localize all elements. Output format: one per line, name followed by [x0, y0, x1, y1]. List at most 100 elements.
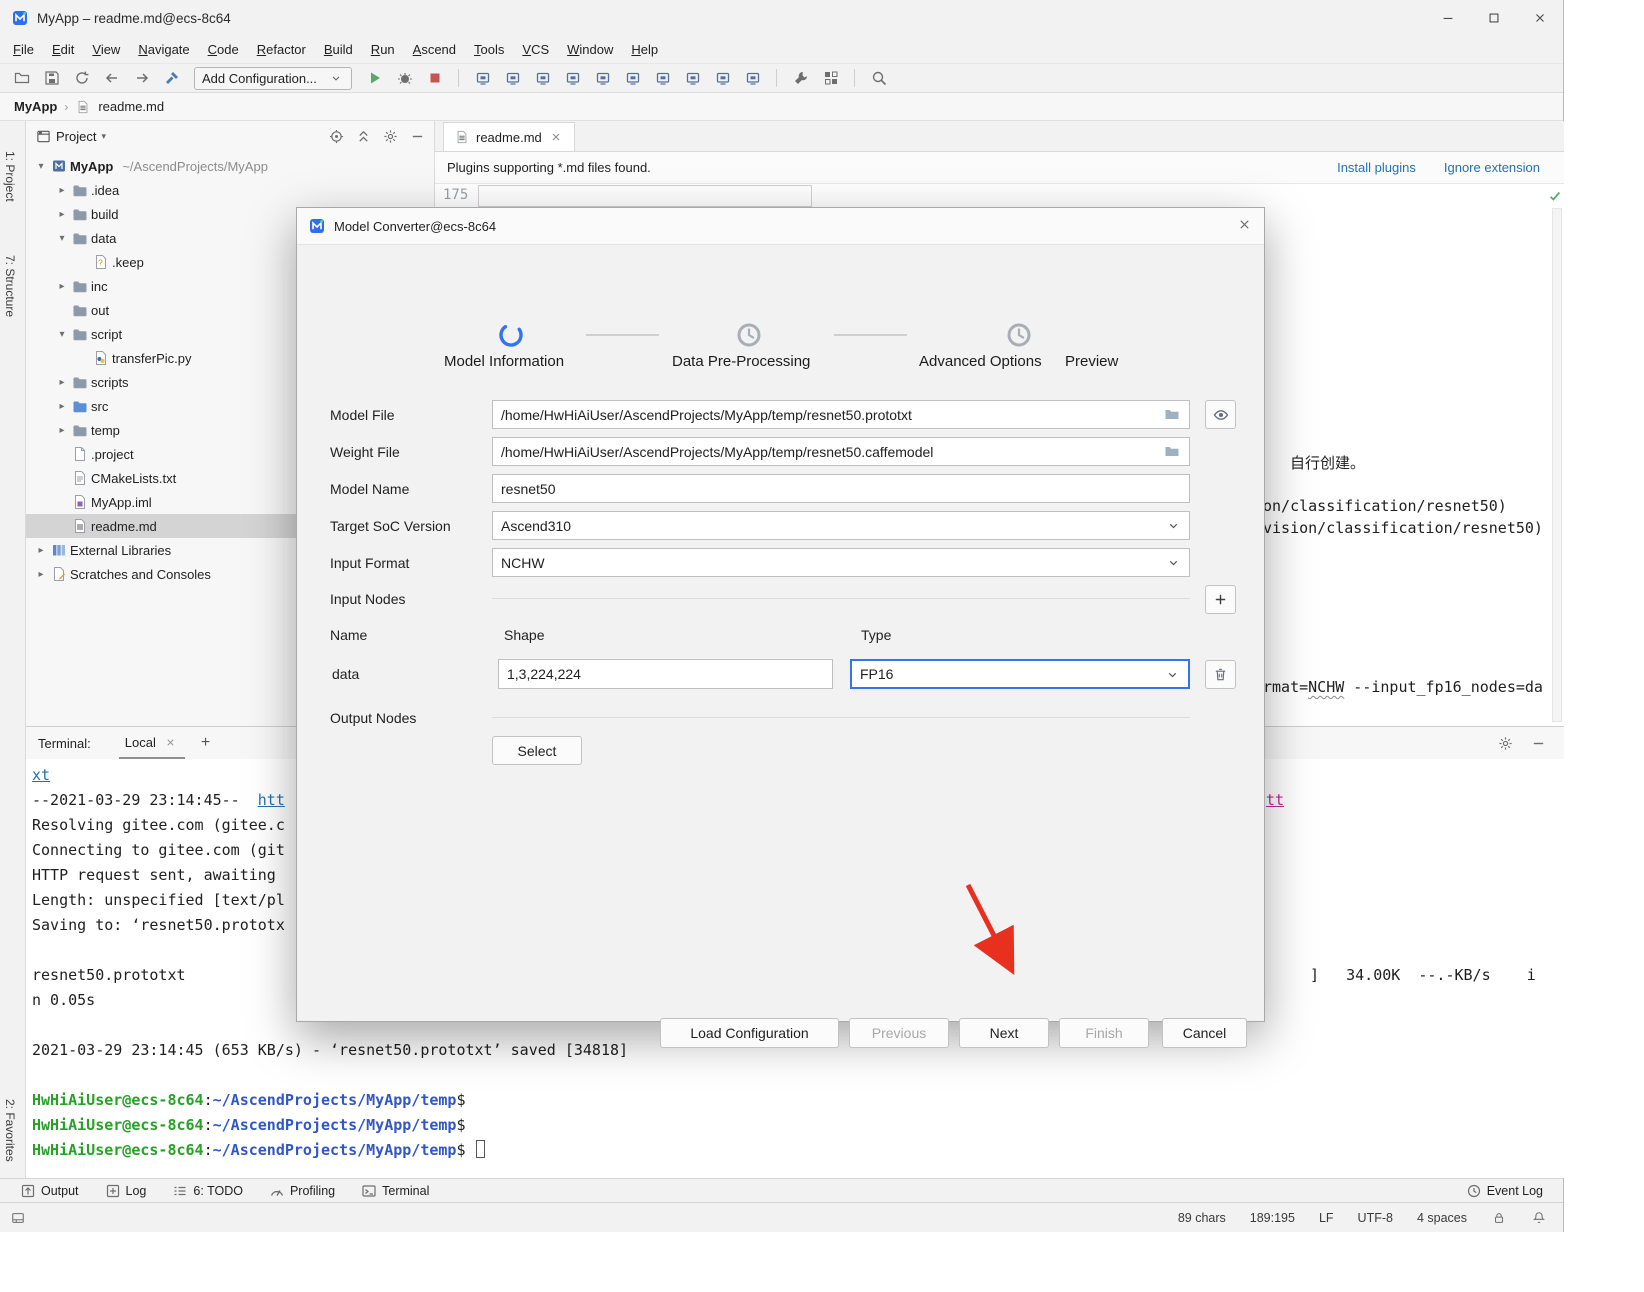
ascend-tool-3-button[interactable] [529, 66, 556, 90]
stop-button[interactable] [421, 66, 448, 90]
collapsed-arrow-icon[interactable]: ▸ [34, 569, 48, 580]
forward-button[interactable] [128, 66, 155, 90]
status-line-separator[interactable]: LF [1319, 1211, 1334, 1225]
event-log-button[interactable]: Event Log [1456, 1182, 1553, 1200]
back-button[interactable] [98, 66, 125, 90]
input-node-type-select[interactable]: FP16 [850, 659, 1190, 689]
terminal-settings-gear-icon[interactable] [1497, 735, 1513, 751]
breadcrumb-file[interactable]: readme.md [98, 99, 164, 114]
model-name-input[interactable] [492, 474, 1190, 503]
terminal-button[interactable]: Terminal [351, 1182, 439, 1200]
inspections-ok-check-icon[interactable] [1547, 188, 1563, 204]
collapse-all-icon[interactable] [355, 129, 371, 145]
menu-item-vcs[interactable]: VCS [513, 38, 558, 61]
project-panel-title[interactable]: Project [56, 129, 96, 144]
ascend-tool-10-button[interactable] [739, 66, 766, 90]
status-caret-position[interactable]: 189:195 [1250, 1211, 1295, 1225]
expanded-arrow-icon[interactable]: ▾ [55, 233, 69, 244]
6-todo-button[interactable]: 6: TODO [162, 1182, 253, 1200]
close-dialog-button[interactable] [1237, 217, 1252, 235]
menu-item-edit[interactable]: Edit [43, 38, 83, 61]
notifications-icon[interactable] [1531, 1210, 1547, 1226]
ascend-tool-2-button[interactable] [499, 66, 526, 90]
ignore-extension-link[interactable]: Ignore extension [1444, 160, 1540, 175]
menu-item-build[interactable]: Build [315, 38, 362, 61]
collapsed-arrow-icon[interactable]: ▸ [55, 401, 69, 412]
editor-tab-readme[interactable]: readme.md [443, 122, 575, 151]
collapsed-arrow-icon[interactable]: ▸ [55, 281, 69, 292]
menu-item-run[interactable]: Run [362, 38, 404, 61]
stripe-tab-favorites[interactable]: 2: Favorites [3, 1099, 17, 1162]
menu-item-tools[interactable]: Tools [465, 38, 513, 61]
sync-button[interactable] [68, 66, 95, 90]
browse-folder-icon[interactable] [1164, 443, 1180, 459]
input-node-shape-input[interactable] [498, 659, 833, 689]
hide-terminal-icon[interactable] [1530, 735, 1546, 751]
view-model-file-button[interactable] [1205, 400, 1236, 429]
collapsed-arrow-icon[interactable]: ▸ [55, 185, 69, 196]
close-terminal-tab-icon[interactable] [163, 734, 179, 750]
run-button[interactable] [361, 66, 388, 90]
model-file-input[interactable] [492, 400, 1190, 429]
ascend-tool-4-button[interactable] [559, 66, 586, 90]
ascend-tool-5-button[interactable] [589, 66, 616, 90]
collapsed-arrow-icon[interactable]: ▸ [34, 545, 48, 556]
build-button[interactable] [158, 66, 185, 90]
log-button[interactable]: Log [95, 1182, 157, 1200]
menu-item-ascend[interactable]: Ascend [404, 38, 465, 61]
load-configuration-button[interactable]: Load Configuration [660, 1018, 839, 1048]
locate-file-icon[interactable] [328, 129, 344, 145]
ascend-tool-8-button[interactable] [679, 66, 706, 90]
new-terminal-session-button[interactable]: + [201, 734, 210, 752]
install-plugins-link[interactable]: Install plugins [1337, 160, 1416, 175]
search-button[interactable] [865, 66, 892, 90]
terminal-tab-local[interactable]: Local [119, 727, 185, 759]
menu-item-help[interactable]: Help [622, 38, 667, 61]
ascend-tool-7-button[interactable] [649, 66, 676, 90]
tool-windows-toggle-icon[interactable] [10, 1210, 26, 1226]
save-button[interactable] [38, 66, 65, 90]
collapsed-arrow-icon[interactable]: ▸ [55, 377, 69, 388]
profiling-button[interactable]: Profiling [259, 1182, 345, 1200]
close-tab-icon[interactable] [548, 129, 564, 145]
open-button[interactable] [8, 66, 35, 90]
close-window-button[interactable] [1517, 0, 1563, 36]
terminal-link[interactable]: htt [258, 791, 285, 809]
cancel-button[interactable]: Cancel [1162, 1018, 1247, 1048]
project-view-chevron-icon[interactable]: ▾ [101, 131, 106, 142]
lock-icon[interactable] [1491, 1210, 1507, 1226]
menu-item-code[interactable]: Code [199, 38, 248, 61]
menu-item-view[interactable]: View [83, 38, 129, 61]
expanded-arrow-icon[interactable]: ▾ [34, 161, 48, 172]
tree-item-myapp[interactable]: ▾MyApp~/AscendProjects/MyApp [26, 154, 434, 178]
run-configuration-select[interactable]: Add Configuration... [194, 67, 352, 90]
output-button[interactable]: Output [10, 1182, 89, 1200]
wrench-button[interactable] [787, 66, 814, 90]
delete-input-node-button[interactable] [1205, 660, 1236, 689]
menu-item-navigate[interactable]: Navigate [129, 38, 198, 61]
menu-item-file[interactable]: File [4, 38, 43, 61]
ascend-tool-9-button[interactable] [709, 66, 736, 90]
stripe-tab-project[interactable]: 1: Project [3, 151, 17, 202]
menu-item-window[interactable]: Window [558, 38, 622, 61]
ascend-tool-6-button[interactable] [619, 66, 646, 90]
next-button[interactable]: Next [959, 1018, 1049, 1048]
maximize-window-button[interactable] [1471, 0, 1517, 36]
expanded-arrow-icon[interactable]: ▾ [55, 329, 69, 340]
target-soc-version-select[interactable]: Ascend310 [492, 511, 1190, 540]
terminal-link[interactable]: xt [32, 766, 50, 784]
editor-scrollbar[interactable] [1552, 208, 1562, 722]
collapsed-arrow-icon[interactable]: ▸ [55, 425, 69, 436]
minimize-window-button[interactable] [1425, 0, 1471, 36]
debug-button[interactable] [391, 66, 418, 90]
menu-item-refactor[interactable]: Refactor [248, 38, 315, 61]
breadcrumb-project[interactable]: MyApp [14, 99, 57, 114]
status-encoding[interactable]: UTF-8 [1358, 1211, 1393, 1225]
modules-button[interactable] [817, 66, 844, 90]
weight-file-input[interactable] [492, 437, 1190, 466]
browse-folder-icon[interactable] [1164, 406, 1180, 422]
add-input-node-button[interactable] [1205, 585, 1236, 614]
collapsed-arrow-icon[interactable]: ▸ [55, 209, 69, 220]
ascend-tool-1-button[interactable] [469, 66, 496, 90]
select-output-nodes-button[interactable]: Select [492, 736, 582, 765]
